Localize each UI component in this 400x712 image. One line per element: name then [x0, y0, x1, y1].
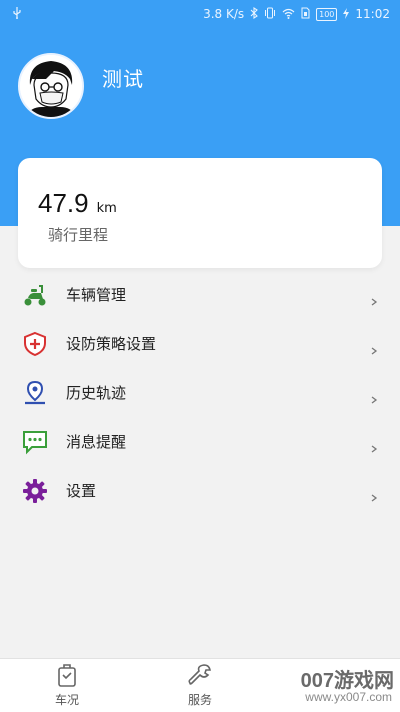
menu-item-label: 历史轨迹: [66, 384, 127, 402]
location-pin-icon: [22, 380, 48, 406]
chevron-right-icon: [370, 340, 378, 355]
avatar[interactable]: [18, 53, 84, 119]
mileage-unit: km: [96, 201, 117, 216]
menu-item-history-track[interactable]: 历史轨迹: [0, 368, 400, 417]
menu-item-vehicle-management[interactable]: 车辆管理: [0, 270, 400, 319]
tab-label: 服务: [187, 693, 212, 707]
vibrate-icon: [264, 7, 276, 21]
usb-icon: [12, 7, 22, 21]
gear-icon: [22, 478, 48, 504]
sim-icon: [301, 7, 310, 21]
wrench-icon: [187, 662, 213, 688]
status-bar: 3.8 K/s 100 11:02: [0, 0, 400, 28]
chat-bubble-icon: [22, 429, 48, 455]
clock: 11:02: [355, 7, 390, 21]
chevron-right-icon: [370, 389, 378, 404]
watermark-text: 007游戏网: [300, 670, 394, 692]
charging-icon: [343, 7, 350, 21]
mileage-label: 骑行里程: [48, 226, 109, 244]
bluetooth-icon: [250, 6, 258, 21]
menu-item-label: 设防策略设置: [66, 335, 157, 353]
watermark: 007游戏网 www.yx007.com: [244, 664, 394, 710]
menu-item-label: 车辆管理: [66, 286, 127, 304]
menu-item-label: 设置: [66, 482, 97, 500]
menu-item-defense-strategy[interactable]: 设防策略设置: [0, 319, 400, 368]
tab-service[interactable]: 服务: [160, 659, 240, 712]
wifi-icon: [282, 8, 295, 21]
profile-header[interactable]: 测试: [18, 53, 144, 119]
menu-list: 车辆管理 设防策略设置 历史轨迹 消息提醒 设置: [0, 270, 400, 515]
network-speed: 3.8 K/s: [203, 7, 245, 21]
chevron-right-icon: [370, 487, 378, 502]
menu-item-message-reminder[interactable]: 消息提醒: [0, 417, 400, 466]
mileage-value: 47.9: [38, 188, 89, 218]
watermark-url: www.yx007.com: [305, 690, 392, 704]
menu-item-label: 消息提醒: [66, 433, 127, 451]
menu-item-settings[interactable]: 设置: [0, 466, 400, 515]
tab-vehicle-status[interactable]: 车况: [27, 659, 107, 712]
mileage-row: 47.9 km: [38, 188, 117, 219]
shield-plus-icon: [22, 331, 48, 357]
battery-level: 100: [316, 7, 338, 21]
vehicle-status-icon: [54, 662, 80, 688]
chevron-right-icon: [370, 291, 378, 306]
chevron-right-icon: [370, 438, 378, 453]
username: 测试: [102, 66, 144, 91]
tab-label: 车况: [54, 693, 79, 707]
scooter-icon: [22, 282, 48, 308]
mileage-card: 47.9 km 骑行里程: [18, 158, 382, 268]
